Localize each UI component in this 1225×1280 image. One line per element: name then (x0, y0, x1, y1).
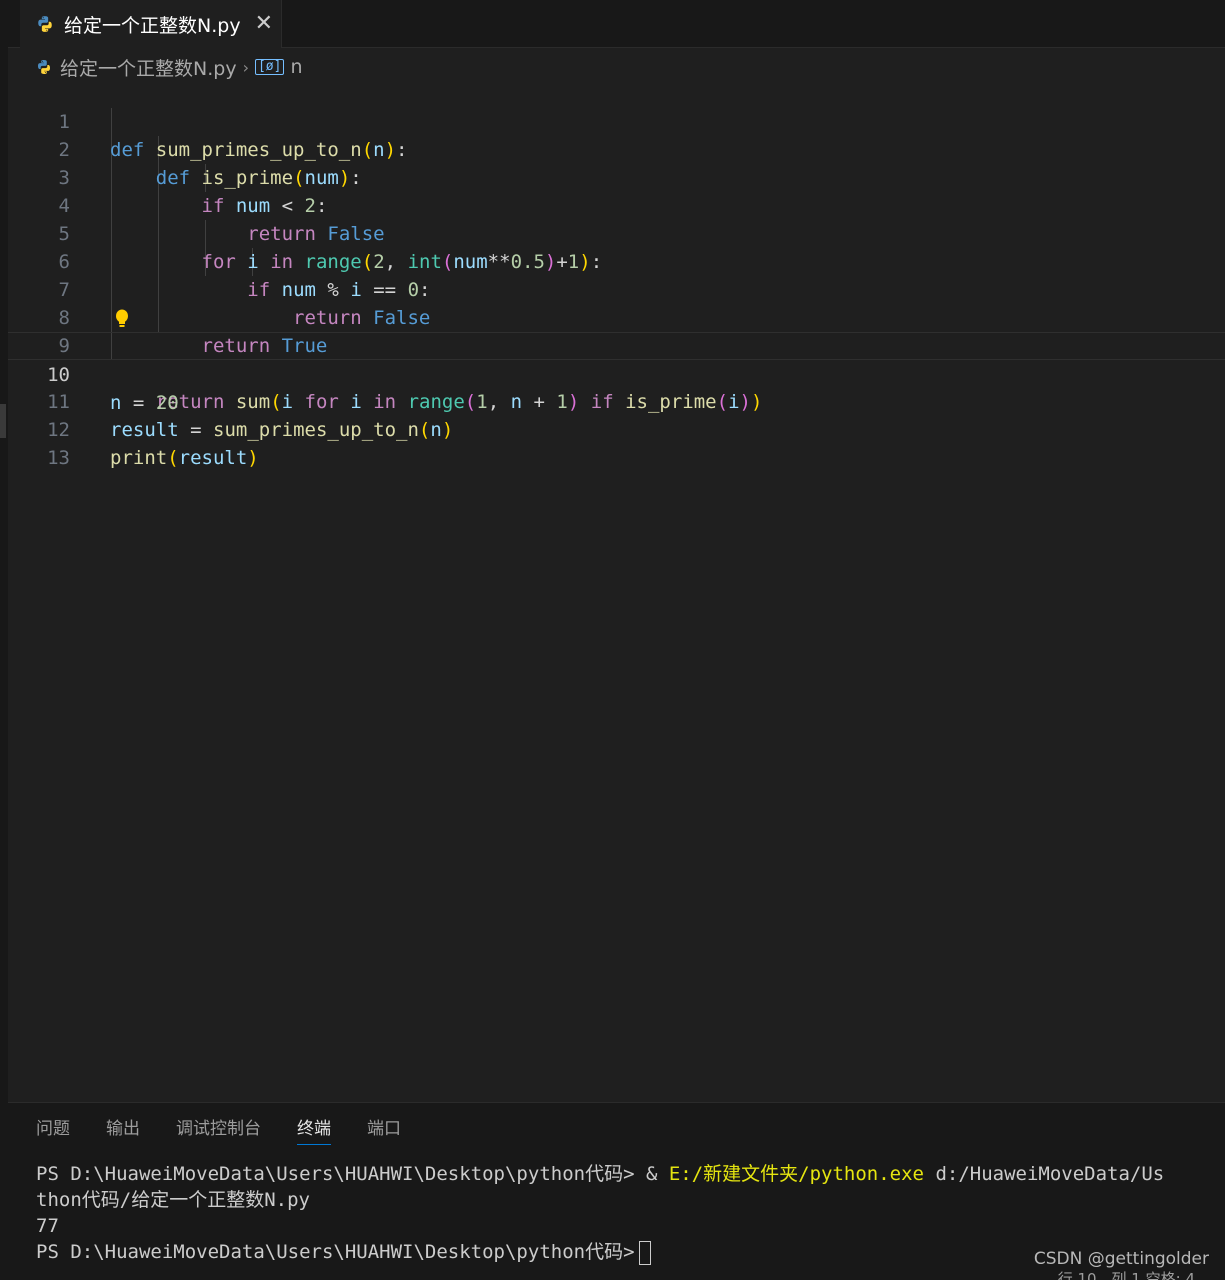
terminal-cursor (638, 1240, 651, 1265)
python-file-icon (38, 60, 50, 74)
terminal-prompt: PS D:\HuaweiMoveData\Users\HUAHWI\Deskto… (36, 1163, 646, 1185)
terminal-line: PS D:\HuaweiMoveData\Users\HUAHWI\Deskto… (36, 1161, 1164, 1187)
code-editor[interactable]: 1 def sum_primes_up_to_n(n): 2 def is_pr… (8, 80, 1225, 1102)
status-bar-cursor-position[interactable]: 行 10，列 1 空格: 4 (1058, 1268, 1195, 1280)
terminal-line: thon代码/给定一个正整数N.py (36, 1189, 310, 1211)
python-file-icon (38, 16, 52, 32)
panel-tab-terminal[interactable]: 终端 (297, 1117, 331, 1145)
code-line[interactable]: 8 return True (8, 276, 1225, 357)
code-line[interactable]: 12 print(result) (8, 388, 1225, 469)
panel-tab-output[interactable]: 输出 (106, 1117, 140, 1145)
code-line[interactable]: 7 return False (8, 248, 1225, 329)
scrollbar-marker (0, 404, 6, 438)
code-text: print(result) (110, 447, 259, 469)
terminal-line: PS D:\HuaweiMoveData\Users\HUAHWI\Deskto… (36, 1239, 1164, 1265)
activity-strip (0, 0, 8, 1280)
terminal-result: 77 (36, 1215, 59, 1237)
terminal-output[interactable]: PS D:\HuaweiMoveData\Users\HUAHWI\Deskto… (36, 1161, 1164, 1265)
code-line[interactable]: 13 (8, 416, 1225, 469)
chevron-right-icon: › (242, 57, 249, 77)
code-line[interactable]: 5 for i in range(2, int(num**0.5)+1): (8, 192, 1225, 273)
tab-file-label: 给定一个正整数N.py (64, 14, 241, 37)
tab-file[interactable]: 给定一个正整数N.py ✕ (20, 0, 282, 48)
breadcrumb-symbol[interactable]: n (290, 56, 302, 78)
watermark: CSDN @gettingolder (1033, 1249, 1209, 1269)
code-line[interactable]: 4 return False (8, 164, 1225, 245)
terminal-exe-path: E:/新建文件夹/python.exe (668, 1163, 924, 1185)
code-line[interactable]: 3 if num < 2: (8, 136, 1225, 217)
variable-icon: [ø] (254, 59, 285, 75)
code-line[interactable]: 9 return sum(i for i in range(1, n + 1) … (8, 304, 1225, 413)
panel-tab-problems[interactable]: 问题 (36, 1117, 70, 1145)
code-line-current[interactable]: 10 n = 20 (8, 332, 1225, 414)
lightbulb-icon[interactable] (115, 309, 129, 329)
terminal-amp: & (645, 1163, 669, 1185)
panel-tab-ports[interactable]: 端口 (367, 1117, 401, 1145)
editor-tab-bar: 给定一个正整数N.py ✕ (8, 0, 1225, 48)
close-icon[interactable]: ✕ (255, 13, 273, 35)
breadcrumb-file[interactable]: 给定一个正整数N.py (60, 54, 237, 81)
code-line[interactable]: 11 result = sum_primes_up_to_n(n) (8, 360, 1225, 441)
code-line[interactable]: 2 def is_prime(num): (8, 108, 1225, 189)
code-line[interactable]: 6 if num % i == 0: (8, 220, 1225, 301)
line-number: 13 (47, 447, 70, 469)
code-line[interactable]: 1 def sum_primes_up_to_n(n): (8, 80, 1225, 161)
breadcrumb: 给定一个正整数N.py › [ø] n (36, 53, 303, 81)
terminal-prompt: PS D:\HuaweiMoveData\Users\HUAHWI\Deskto… (36, 1241, 635, 1263)
panel-tabs: 问题 输出 调试控制台 终端 端口 (36, 1117, 437, 1145)
terminal-script-path: d:/HuaweiMoveData/Us (924, 1163, 1165, 1185)
panel-tab-debug-console[interactable]: 调试控制台 (176, 1117, 261, 1145)
